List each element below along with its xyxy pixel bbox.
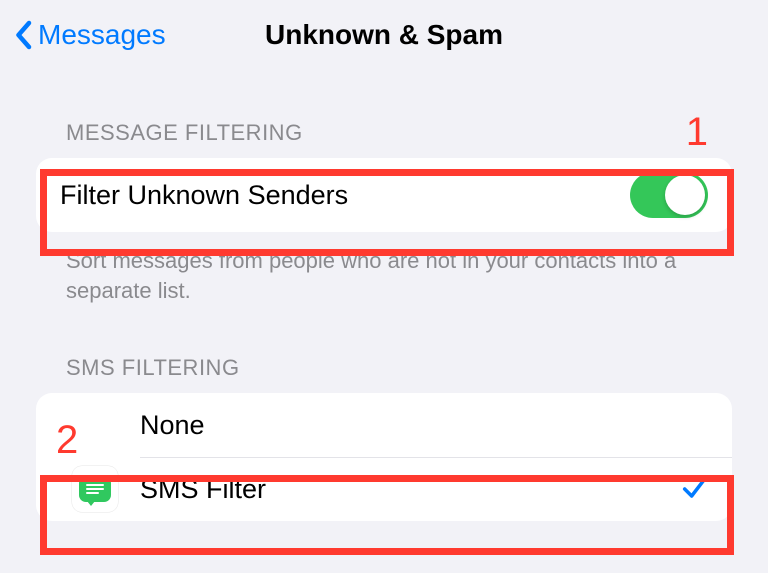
section-header-sms-filtering: SMS FILTERING bbox=[36, 355, 732, 393]
cell-label: Filter Unknown Senders bbox=[60, 180, 630, 211]
back-label: Messages bbox=[38, 19, 166, 51]
section-footer-message-filtering: Sort messages from people who are not in… bbox=[36, 232, 732, 305]
cell-label: SMS Filter bbox=[140, 474, 680, 505]
cell-sms-none[interactable]: None bbox=[36, 393, 732, 457]
cell-filter-unknown-senders[interactable]: Filter Unknown Senders bbox=[36, 158, 732, 232]
nav-header: Messages Unknown & Spam bbox=[0, 0, 768, 70]
sms-app-icon bbox=[72, 466, 118, 512]
section-header-message-filtering: MESSAGE FILTERING bbox=[36, 120, 732, 158]
toggle-knob bbox=[665, 175, 705, 215]
cell-group-message-filtering: Filter Unknown Senders bbox=[36, 158, 732, 232]
checkmark-icon bbox=[680, 475, 708, 503]
cell-sms-filter[interactable]: SMS Filter bbox=[36, 457, 732, 521]
cell-group-sms-filtering: None SMS Filter bbox=[36, 393, 732, 521]
back-button[interactable]: Messages bbox=[14, 19, 166, 51]
cell-label: None bbox=[140, 410, 708, 441]
page-title: Unknown & Spam bbox=[265, 19, 503, 51]
toggle-filter-unknown-senders[interactable] bbox=[630, 172, 708, 218]
chevron-left-icon bbox=[14, 20, 32, 50]
separator bbox=[140, 457, 732, 458]
